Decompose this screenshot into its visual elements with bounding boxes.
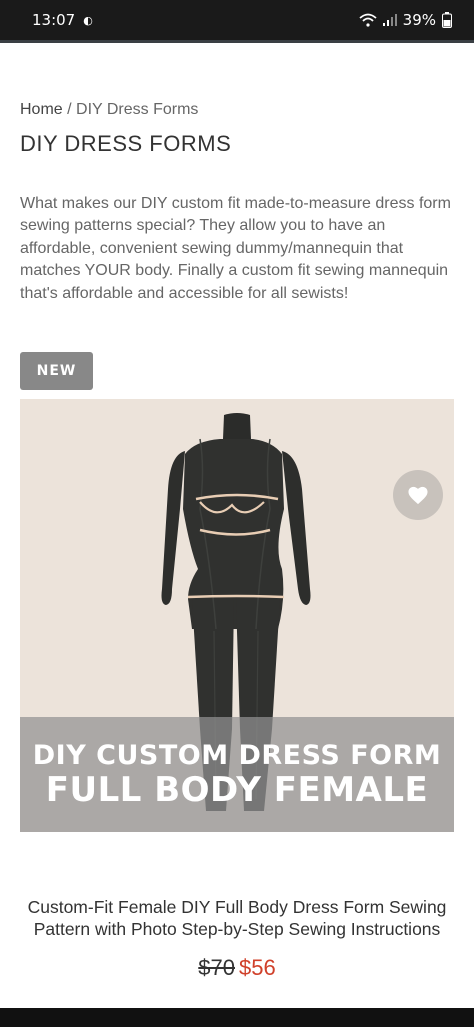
wifi-icon [359,13,377,27]
browser-toolbar-edge [0,40,474,43]
original-price: $70 [198,955,235,980]
battery-percent: 39% [402,11,436,29]
image-caption-banner: DIY CUSTOM DRESS FORM FULL BODY FEMALE [20,717,454,832]
heart-icon [408,486,428,505]
page-title: DIY DRESS FORMS [20,131,232,156]
signal-icon [382,14,397,26]
wishlist-button[interactable] [393,470,443,520]
sale-price: $56 [239,955,276,980]
battery-icon [442,12,452,28]
banner-line-1: DIY CUSTOM DRESS FORM [32,739,442,771]
product-image[interactable]: DIY CUSTOM DRESS FORM FULL BODY FEMALE [20,399,454,832]
breadcrumb: Home / DIY Dress Forms [20,101,198,119]
breadcrumb-separator: / [62,101,77,118]
new-badge: NEW [20,352,93,390]
product-title-link[interactable]: Custom-Fit Female DIY Full Body Dress Fo… [14,896,460,940]
status-bar: 13:07 ◐ 39% [0,0,474,40]
product-price: $70 $56 [0,955,474,981]
breadcrumb-current: DIY Dress Forms [76,101,199,118]
navigation-bar [0,1008,474,1027]
status-time: 13:07 [32,11,76,29]
breadcrumb-home-link[interactable]: Home [20,101,63,118]
data-saver-icon: ◐ [83,13,93,27]
banner-line-2: FULL BODY FEMALE [45,769,429,810]
category-description: What makes our DIY custom fit made-to-me… [20,195,451,302]
